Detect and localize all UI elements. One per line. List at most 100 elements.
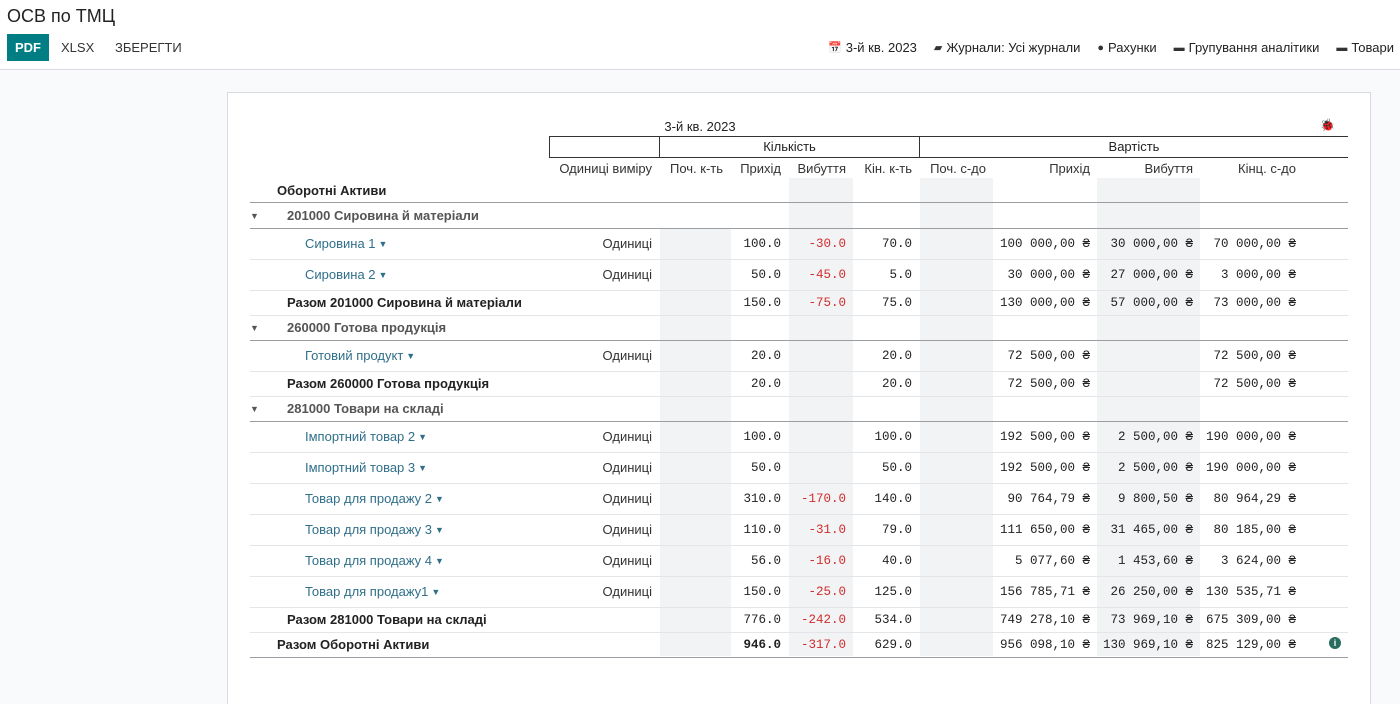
value-cell: 72 500,00 ₴ [1007,348,1090,363]
dropdown-caret-icon[interactable]: ▼ [379,239,388,249]
column-header[interactable]: Кін. к-ть [864,161,912,176]
product-link[interactable]: Товар для продажу 2 ▼ [305,483,444,514]
value-cell: 675 309,00 ₴ [1205,612,1296,627]
value-cell: 30 000,00 ₴ [1007,267,1090,282]
unit-cell: Одиниці [602,267,652,282]
column-header[interactable]: Поч. с-до [930,161,986,176]
value-cell: 310.0 [743,491,781,506]
filter-label: Журнали: Усі журнали [946,40,1081,55]
value-cell: -30.0 [808,236,846,251]
group-row[interactable]: ▼ 260000 Готова продукція [0,315,1400,340]
value-cell: 26 250,00 ₴ [1110,584,1193,599]
value-cell: 130 535,71 ₴ [1205,584,1296,599]
value-cell: 5.0 [889,267,912,282]
table-row: Товар для продажу 2 ▼ Одиниці 310.0 -170.0 14… [0,483,1400,514]
collapse-caret-icon[interactable]: ▼ [250,315,259,340]
value-cell: 72 500,00 ₴ [1007,376,1090,391]
filter-4[interactable]: ▬ Товари [1336,40,1394,55]
group-row[interactable]: ▼ 201000 Сировина й матеріали [0,203,1400,228]
value-cell: 125.0 [874,584,912,599]
product-name: Імпортний товар 2 [305,429,416,444]
table-row: Товар для продажу 4 ▼ Одиниці 56.0 -16.0 40.0… [0,545,1400,576]
value-cell: 40.0 [881,553,912,568]
value-cell: 629.0 [874,637,912,652]
value-cell: 75.0 [881,295,912,310]
dropdown-caret-icon[interactable]: ▼ [379,270,388,280]
collapse-caret-icon[interactable]: ▼ [250,396,259,421]
group-row[interactable]: ▼ 281000 Товари на складі [0,396,1400,421]
product-name: Сировина 1 [305,236,376,251]
page-title: ОСВ по ТМЦ [7,6,116,26]
product-link[interactable]: Сировина 1 ▼ [305,228,387,259]
calendar-icon: 📅 [828,42,842,54]
product-name: Товар для продажу 2 [305,491,433,506]
product-name: Готовий продукт [305,348,404,363]
column-header[interactable]: Поч. к-ть [670,161,723,176]
pdf-button[interactable]: PDF [7,34,49,61]
dropdown-caret-icon[interactable]: ▼ [435,525,444,535]
product-link[interactable]: Імпортний товар 3 ▼ [305,452,427,483]
group-header-qty: Кількість [659,136,920,158]
product-link[interactable]: Готовий продукт ▼ [305,340,415,371]
dropdown-caret-icon[interactable]: ▼ [406,351,415,361]
total-label: Разом 201000 Сировина й матеріали [287,295,522,310]
book-icon: ▰ [933,42,943,54]
table-row: Товар для продажу 3 ▼ Одиниці 110.0 -31.0 79.… [0,514,1400,545]
filter-label: Товари [1351,40,1394,55]
table-row: Сировина 2 ▼ Одиниці 50.0 -45.0 5.0 30 000,00 … [0,259,1400,290]
grand-total-row: Разом Оборотні Активи 946.0 -317.0 629.0 956… [0,632,1400,657]
value-cell: 50.0 [750,460,781,475]
row-divider [250,657,1348,658]
column-header[interactable]: Прихід [740,161,781,176]
filter-0[interactable]: 📅 3-й кв. 2023 [828,40,917,55]
value-cell: 20.0 [750,348,781,363]
section-title: Оборотні Активи [277,183,387,198]
info-icon[interactable]: i [1329,637,1341,649]
dropdown-caret-icon[interactable]: ▼ [435,556,444,566]
product-link[interactable]: Товар для продажу 4 ▼ [305,545,444,576]
product-link[interactable]: Товар для продажу1 ▼ [305,576,440,607]
value-cell: 50.0 [750,267,781,282]
value-cell: 534.0 [874,612,912,627]
value-cell: -45.0 [808,267,846,282]
column-header[interactable]: Прихід [1049,161,1090,176]
filter-label: 3-й кв. 2023 [845,40,917,55]
value-cell: 130 969,10 ₴ [1102,637,1193,652]
value-cell: -317.0 [800,637,846,652]
filter-3[interactable]: ▬ Групування аналітики [1174,40,1320,55]
xlsx-button[interactable]: XLSX [61,34,94,61]
group-header-value: Вартість [919,136,1348,158]
value-cell: -25.0 [808,584,846,599]
debug-icon[interactable]: 🐞 [1320,118,1335,132]
filter-2[interactable]: ● Рахунки [1097,40,1156,55]
value-cell: -170.0 [800,491,846,506]
column-header[interactable]: Вибуття [1144,161,1193,176]
value-cell: 1 453,60 ₴ [1117,553,1193,568]
dropdown-caret-icon[interactable]: ▼ [435,494,444,504]
value-cell: 130 000,00 ₴ [999,295,1090,310]
value-cell: 150.0 [743,584,781,599]
product-name: Товар для продажу1 [305,584,429,599]
dropdown-caret-icon[interactable]: ▼ [431,587,440,597]
table-row: Сировина 1 ▼ Одиниці 100.0 -30.0 70.0 100 000,… [0,228,1400,259]
table-row: Імпортний товар 2 ▼ Одиниці 100.0 100.0 192 5… [0,421,1400,452]
unit-cell: Одиниці [602,584,652,599]
product-name: Товар для продажу 3 [305,522,433,537]
column-header[interactable]: Вибуття [797,161,846,176]
value-cell: 190 000,00 ₴ [1205,460,1296,475]
dropdown-caret-icon[interactable]: ▼ [418,463,427,473]
product-link[interactable]: Товар для продажу 3 ▼ [305,514,444,545]
collapse-caret-icon[interactable]: ▼ [250,203,259,228]
product-link[interactable]: Імпортний товар 2 ▼ [305,421,427,452]
product-link[interactable]: Сировина 2 ▼ [305,259,387,290]
value-cell: 2 500,00 ₴ [1117,460,1193,475]
save-button[interactable]: ЗБЕРЕГТИ [115,34,182,61]
filter-1[interactable]: ▰ Журнали: Усі журнали [934,40,1080,55]
value-cell: 192 500,00 ₴ [999,460,1090,475]
group-total-row: Разом 201000 Сировина й матеріали 150.0 -7… [0,290,1400,315]
dropdown-caret-icon[interactable]: ▼ [418,432,427,442]
value-cell: 27 000,00 ₴ [1110,267,1193,282]
value-cell: 190 000,00 ₴ [1205,429,1296,444]
column-header[interactable]: Кінц. с-до [1238,161,1296,176]
column-header[interactable]: Одиниці виміру [559,161,652,176]
